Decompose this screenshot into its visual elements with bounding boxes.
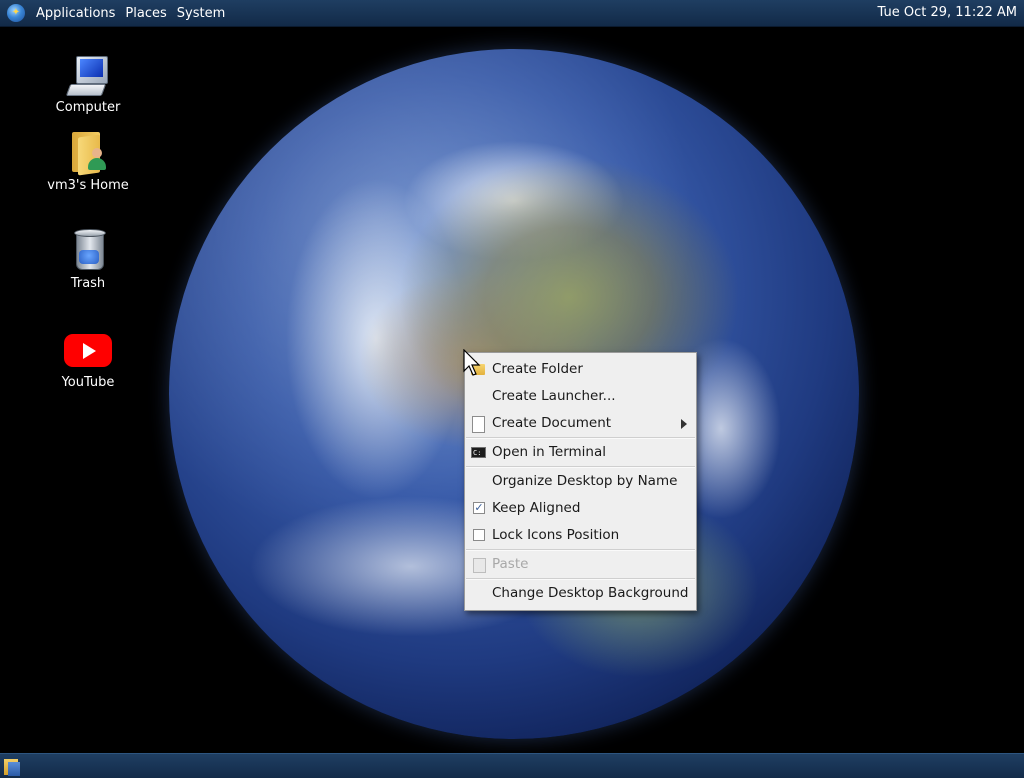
show-desktop-icon[interactable] (2, 757, 22, 776)
checkbox-unchecked-icon[interactable] (473, 529, 485, 541)
menu-item-label: Create Document (492, 415, 612, 431)
youtube-icon (63, 332, 113, 368)
desktop-icon-label: Trash (70, 276, 106, 291)
bottom-panel (0, 753, 1024, 778)
submenu-arrow-icon (681, 419, 687, 429)
menu-item-create-document[interactable]: Create Document (465, 410, 696, 437)
desktop-context-menu: Create Folder Create Launcher... Create … (464, 352, 697, 611)
desktop-icon-trash[interactable]: Trash (40, 226, 136, 291)
menu-item-create-launcher[interactable]: Create Launcher... (465, 383, 696, 410)
desktop-icon-youtube[interactable]: YouTube (40, 332, 136, 390)
desktop-icon-label: Computer (55, 100, 121, 115)
menu-item-lock-icons[interactable]: Lock Icons Position (465, 522, 696, 549)
menu-item-label: Open in Terminal (492, 444, 606, 460)
menu-item-keep-aligned[interactable]: ✓ Keep Aligned (465, 495, 696, 522)
clock[interactable]: Tue Oct 29, 11:22 AM (875, 0, 1020, 26)
menu-item-label: Organize Desktop by Name (492, 473, 678, 489)
menu-item-label: Change Desktop Background (492, 585, 689, 601)
desktop-icon-label: YouTube (61, 375, 115, 390)
menu-item-paste: Paste (465, 551, 696, 578)
document-icon (472, 416, 485, 433)
menu-item-label: Create Folder (492, 361, 583, 377)
menu-item-label: Lock Icons Position (492, 527, 620, 543)
menu-system[interactable]: System (172, 0, 230, 26)
menu-item-label: Keep Aligned (492, 500, 581, 516)
menu-item-label: Create Launcher... (492, 388, 616, 404)
menu-item-label: Paste (492, 556, 529, 572)
menu-system-label: System (176, 5, 226, 21)
distro-logo-icon[interactable]: ✦ (7, 4, 25, 22)
mouse-cursor-icon (463, 349, 481, 376)
top-panel: ✦ Applications Places System Tue Oct 29,… (0, 0, 1024, 27)
menu-applications[interactable]: Applications (31, 0, 120, 26)
menu-item-organize-desktop[interactable]: Organize Desktop by Name (465, 468, 696, 495)
computer-icon (64, 54, 112, 98)
paste-icon (473, 558, 486, 573)
desktop-icon-computer[interactable]: Computer (40, 54, 136, 115)
menu-item-open-terminal[interactable]: C: Open in Terminal (465, 439, 696, 466)
menu-places-label: Places (125, 5, 167, 21)
checkbox-checked-icon[interactable]: ✓ (473, 502, 485, 514)
desktop-icon-home[interactable]: vm3's Home (40, 130, 136, 193)
terminal-icon: C: (471, 447, 486, 458)
menu-item-change-background[interactable]: Change Desktop Background (465, 580, 696, 607)
menu-applications-label: Applications (36, 5, 116, 21)
menu-places[interactable]: Places (120, 0, 171, 26)
trash-icon (64, 226, 112, 274)
desktop-icon-label: vm3's Home (47, 178, 129, 193)
menu-item-create-folder[interactable]: Create Folder (465, 356, 696, 383)
home-folder-icon (64, 130, 112, 176)
desktop[interactable]: ✦ Applications Places System Tue Oct 29,… (0, 0, 1024, 778)
